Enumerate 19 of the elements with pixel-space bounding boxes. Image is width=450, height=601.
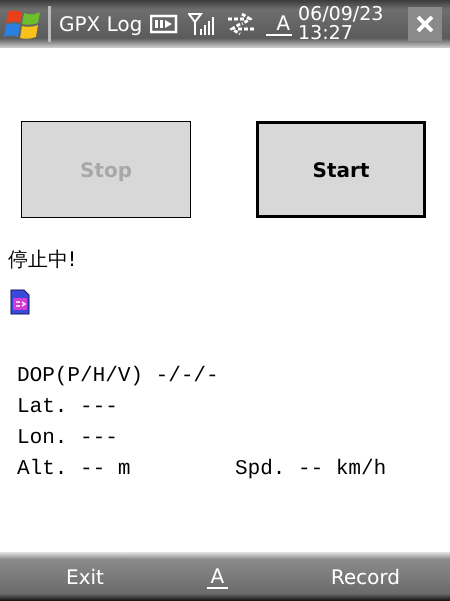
- info-text: Alt. -- m: [17, 457, 132, 483]
- close-button[interactable]: [408, 7, 442, 41]
- exit-soft-key[interactable]: Exit: [66, 564, 104, 588]
- close-icon: [415, 14, 435, 34]
- time-text: 13:27: [298, 24, 354, 43]
- sync-arrows-icon[interactable]: [226, 12, 256, 36]
- input-panel-button[interactable]: A: [206, 564, 228, 588]
- signal-icon[interactable]: [188, 12, 216, 36]
- record-soft-key[interactable]: Record: [330, 564, 400, 588]
- input-indicator[interactable]: A: [266, 12, 292, 36]
- info-text: Spd. -- km/h: [235, 457, 386, 483]
- sd-card-icon: [10, 289, 30, 315]
- start-button[interactable]: Start: [256, 121, 426, 218]
- status-text: 停止中!: [8, 246, 78, 273]
- date-text: 06/09/23: [298, 5, 384, 24]
- info-text: Lat. ---: [17, 395, 119, 421]
- window-title: GPX Log: [59, 12, 142, 36]
- info-text: Lon. ---: [17, 426, 119, 452]
- info-text: DOP(P/H/V) -/-/-: [17, 364, 220, 390]
